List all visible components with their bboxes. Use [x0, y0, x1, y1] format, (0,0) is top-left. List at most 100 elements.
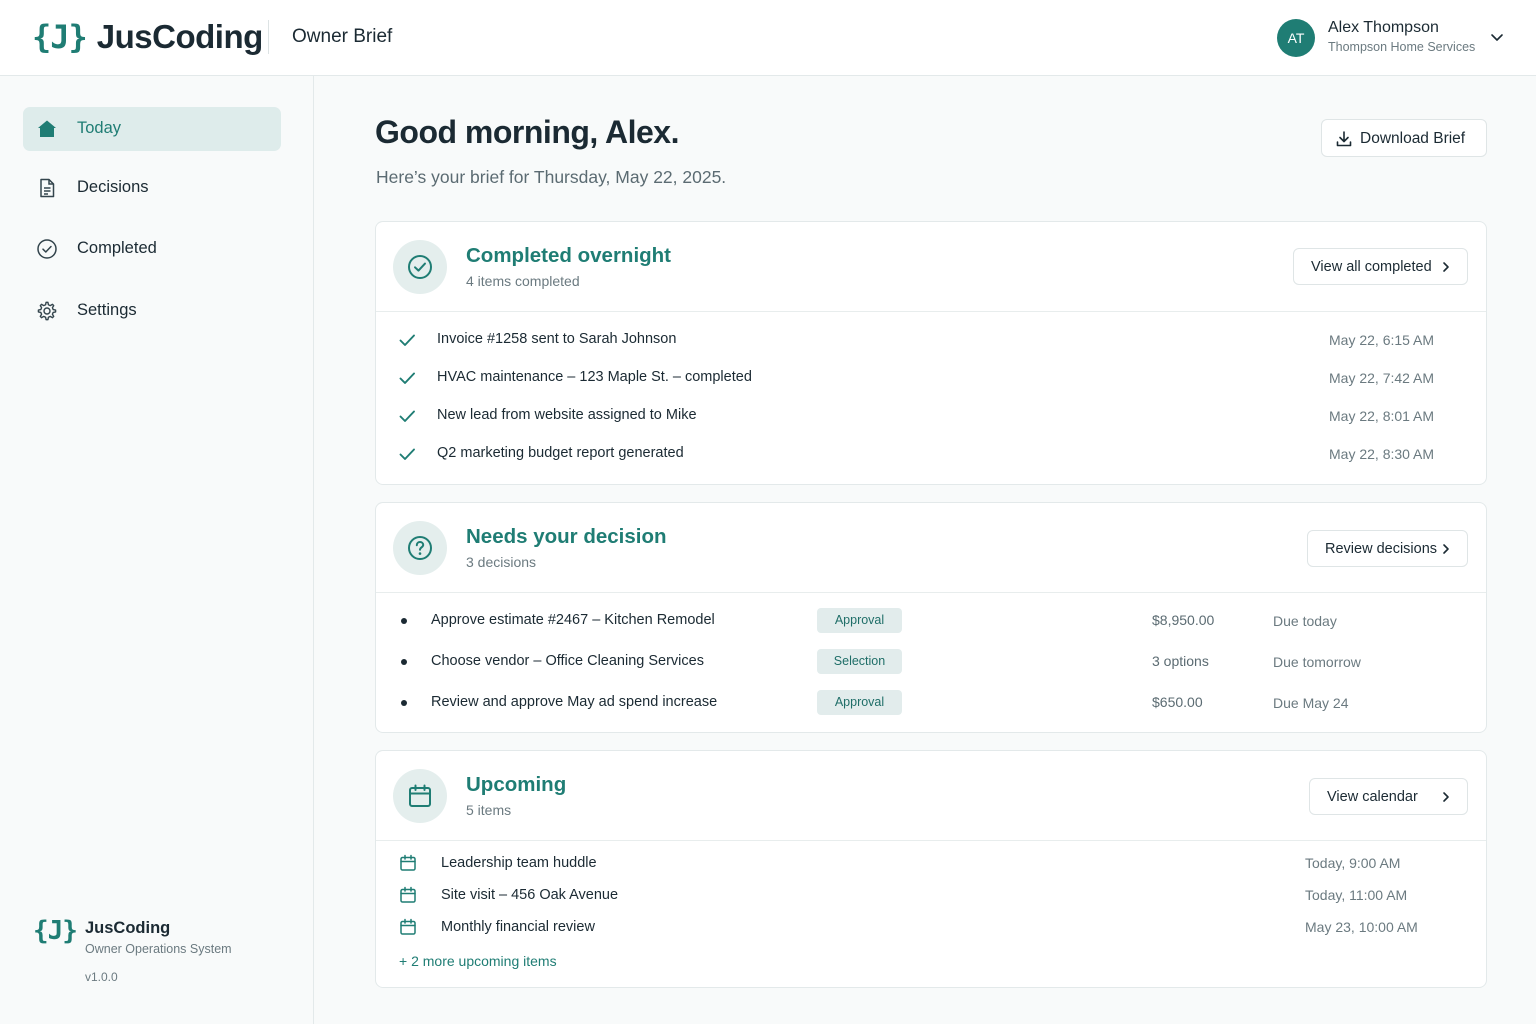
- document-icon: [40, 178, 55, 198]
- card-title: Upcoming: [466, 773, 567, 796]
- completed-item[interactable]: HVAC maintenance – 123 Maple St. – compl…: [376, 366, 1486, 390]
- sidebar-item-completed[interactable]: Completed: [23, 227, 281, 271]
- check-icon: [399, 448, 415, 460]
- logo-mark: {J}: [32, 18, 88, 56]
- download-icon: [1336, 131, 1352, 147]
- sidebar-item-label: Today: [77, 119, 122, 137]
- completed-item-text: Invoice #1258 sent to Sarah Johnson: [437, 331, 677, 347]
- card-title: Needs your decision: [466, 525, 667, 548]
- completed-item-text: Q2 marketing budget report generated: [437, 445, 684, 461]
- card-subtitle: 4 items completed: [466, 273, 580, 289]
- completed-item-time: May 22, 7:42 AM: [1329, 370, 1435, 386]
- calendar-icon: [400, 918, 416, 935]
- sidebar-item-settings[interactable]: Settings: [23, 289, 281, 333]
- chevron-right-icon: [1443, 544, 1449, 554]
- user-company: Thompson Home Services: [1328, 40, 1476, 54]
- footer-version: v1.0.0: [85, 970, 118, 984]
- completed-item-text: New lead from website assigned to Mike: [437, 407, 697, 423]
- upcoming-card: Upcoming 5 items View calendar Leadershi…: [375, 750, 1487, 988]
- sidebar-item-label: Completed: [77, 239, 157, 257]
- app-header: {J} JusCoding Owner Brief AT Alex Thomps…: [0, 0, 1536, 76]
- card-header: Needs your decision 3 decisions Review d…: [376, 503, 1486, 593]
- download-brief-label: Download Brief: [1360, 130, 1466, 147]
- sidebar: Today Decisions Completed Settings {J} J…: [0, 76, 314, 1024]
- view-calendar-button[interactable]: View calendar: [1309, 778, 1468, 815]
- calendar-icon: [409, 784, 431, 807]
- upcoming-item[interactable]: Site visit – 456 Oak Avenue Today, 11:00…: [376, 884, 1486, 908]
- completed-item-text: HVAC maintenance – 123 Maple St. – compl…: [437, 369, 752, 385]
- card-title: Completed overnight: [466, 244, 672, 267]
- completed-item-time: May 22, 6:15 AM: [1329, 332, 1435, 348]
- gear-icon: [37, 301, 57, 321]
- question-circle-icon: [408, 536, 432, 560]
- card-header: Upcoming 5 items View calendar: [376, 751, 1486, 841]
- decision-amount: $650.00: [1152, 694, 1203, 710]
- sidebar-item-today[interactable]: Today: [23, 107, 281, 151]
- sidebar-item-decisions[interactable]: Decisions: [23, 166, 281, 210]
- decision-item[interactable]: Approve estimate #2467 – Kitchen Remodel…: [376, 608, 1486, 633]
- footer-app-subtitle: Owner Operations System: [85, 942, 232, 956]
- chevron-down-icon[interactable]: [1488, 28, 1506, 46]
- upcoming-item-text: Monthly financial review: [441, 919, 595, 935]
- upcoming-item-text: Leadership team huddle: [441, 855, 597, 871]
- chevron-right-icon: [1443, 792, 1449, 802]
- upcoming-item-time: May 23, 10:00 AM: [1305, 919, 1418, 935]
- completed-item[interactable]: New lead from website assigned to Mike M…: [376, 404, 1486, 428]
- card-icon-badge: [393, 521, 447, 575]
- completed-overnight-card: Completed overnight 4 items completed Vi…: [375, 221, 1487, 485]
- decision-amount: 3 options: [1152, 653, 1209, 669]
- upcoming-item[interactable]: Leadership team huddle Today, 9:00 AM: [376, 852, 1486, 876]
- decision-item[interactable]: Review and approve May ad spend increase…: [376, 690, 1486, 715]
- sidebar-item-label: Decisions: [77, 178, 149, 196]
- upcoming-item[interactable]: Monthly financial review May 23, 10:00 A…: [376, 916, 1486, 940]
- button-label: View all completed: [1311, 259, 1432, 275]
- footer-app-name: JusCoding: [85, 919, 171, 937]
- decision-item-text: Review and approve May ad spend increase: [431, 694, 718, 710]
- decision-type-tag: Selection: [817, 649, 902, 674]
- page-section-title: Owner Brief: [292, 26, 393, 47]
- card-subtitle: 3 decisions: [466, 554, 537, 570]
- check-icon: [399, 334, 415, 346]
- bullet-dot: [401, 659, 407, 665]
- decision-type-tag: Approval: [817, 690, 902, 715]
- download-brief-button[interactable]: Download Brief: [1321, 119, 1487, 157]
- decision-type-tag: Approval: [817, 608, 902, 633]
- bullet-dot: [401, 618, 407, 624]
- decision-due: Due May 24: [1273, 695, 1349, 711]
- user-avatar[interactable]: AT: [1277, 19, 1315, 57]
- user-name[interactable]: Alex Thompson: [1328, 19, 1439, 37]
- view-all-completed-button[interactable]: View all completed: [1293, 248, 1468, 285]
- page-title: Good morning, Alex.: [375, 114, 679, 150]
- sidebar-item-label: Settings: [77, 301, 137, 319]
- decision-due: Due tomorrow: [1273, 654, 1361, 670]
- header-divider: [268, 20, 269, 54]
- check-circle-icon: [408, 255, 432, 279]
- upcoming-item-text: Site visit – 456 Oak Avenue: [441, 887, 619, 903]
- completed-item[interactable]: Invoice #1258 sent to Sarah Johnson May …: [376, 328, 1486, 352]
- completed-item[interactable]: Q2 marketing budget report generated May…: [376, 442, 1486, 466]
- card-subtitle: 5 items: [466, 802, 512, 818]
- decision-amount: $8,950.00: [1152, 612, 1215, 628]
- review-decisions-button[interactable]: Review decisions: [1307, 530, 1468, 567]
- chevron-right-icon: [1443, 262, 1449, 272]
- calendar-icon: [400, 854, 416, 871]
- upcoming-item-time: Today, 9:00 AM: [1305, 855, 1401, 871]
- home-icon: [38, 120, 56, 137]
- logo-text: JusCoding: [96, 18, 264, 55]
- decision-item-text: Choose vendor – Office Cleaning Services: [431, 653, 704, 669]
- bullet-dot: [401, 700, 407, 706]
- decision-due: Due today: [1273, 613, 1337, 629]
- card-icon-badge: [393, 240, 447, 294]
- check-circle-icon: [37, 239, 57, 259]
- needs-decision-card: Needs your decision 3 decisions Review d…: [375, 502, 1487, 733]
- page-subtitle: Here’s your brief for Thursday, May 22, …: [376, 167, 727, 187]
- app-logo[interactable]: {J} JusCoding: [32, 16, 263, 58]
- card-header: Completed overnight 4 items completed Vi…: [376, 222, 1486, 312]
- upcoming-item-time: Today, 11:00 AM: [1305, 887, 1408, 903]
- button-label: View calendar: [1327, 789, 1418, 805]
- check-icon: [399, 410, 415, 422]
- more-upcoming-link[interactable]: + 2 more upcoming items: [399, 953, 557, 969]
- card-icon-badge: [393, 769, 447, 823]
- decision-item[interactable]: Choose vendor – Office Cleaning Services…: [376, 649, 1486, 674]
- completed-item-time: May 22, 8:30 AM: [1329, 446, 1435, 462]
